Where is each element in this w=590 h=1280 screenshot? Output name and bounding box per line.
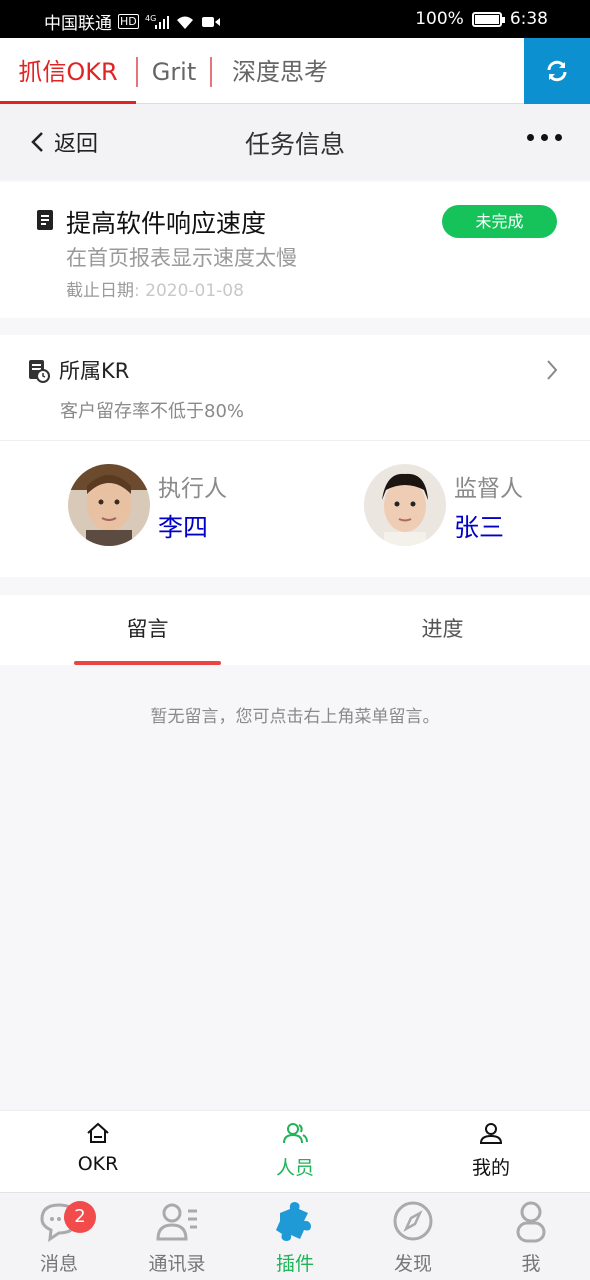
people-section: 执行人 李四 监督人 张三 xyxy=(0,441,590,577)
svg-text:4G: 4G xyxy=(145,14,156,23)
more-dot-icon xyxy=(527,134,534,141)
app-switcher-tabs: 抓信OKR Grit 深度思考 xyxy=(0,38,590,104)
people-icon xyxy=(283,1123,308,1144)
plugin-bottom-nav: OKR 人员 我的 xyxy=(0,1110,590,1192)
detail-tabs: 留言 进度 xyxy=(0,595,590,665)
tab-plugins-label: 插件 xyxy=(275,1253,314,1275)
executor-avatar xyxy=(68,464,150,546)
empty-comments-message: 暂无留言，您可点击右上角菜单留言。 xyxy=(150,707,440,727)
tab-progress[interactable]: 进度 xyxy=(295,595,590,665)
active-tab-indicator xyxy=(74,661,221,665)
nav-people[interactable]: 人员 xyxy=(197,1121,393,1180)
tab-plugins[interactable]: 插件 xyxy=(236,1199,354,1276)
status-bar: 中国联通 HD 4G 100% 6:38 xyxy=(0,0,590,38)
kr-section[interactable]: 所属KR 客户留存率不低于80% xyxy=(0,335,590,441)
tab-discover[interactable]: 发现 xyxy=(354,1199,472,1276)
contacts-icon xyxy=(156,1203,197,1241)
more-menu-button[interactable] xyxy=(527,134,562,141)
hd-icon: HD xyxy=(118,14,139,29)
refresh-icon xyxy=(547,60,567,82)
tab-discover-label: 发现 xyxy=(393,1253,432,1275)
tab-grit[interactable]: Grit xyxy=(137,38,211,104)
page-title: 任务信息 xyxy=(244,130,345,159)
carrier-label: 中国联通 xyxy=(44,14,112,34)
battery-icon xyxy=(471,11,505,27)
home-icon xyxy=(87,1122,109,1143)
unread-badge: 2 xyxy=(64,1201,96,1233)
deadline-date: 2020-01-08 xyxy=(145,281,244,301)
app-tab-bar: 2 消息 通讯录 插件 发现 我 xyxy=(0,1192,590,1280)
task-deadline: 截止日期: 2020-01-08 xyxy=(66,276,244,301)
tab-me-label: 我 xyxy=(521,1253,541,1275)
user-icon xyxy=(479,1123,503,1144)
nav-people-label: 人员 xyxy=(275,1157,314,1179)
deadline-label: 截止日期 xyxy=(66,281,134,301)
tab-me[interactable]: 我 xyxy=(472,1199,590,1276)
person-avatar-icon xyxy=(68,464,150,546)
video-icon xyxy=(201,16,220,27)
nav-okr[interactable]: OKR xyxy=(0,1121,196,1175)
kr-section-label: 所属KR xyxy=(59,359,130,383)
supervisor-name[interactable]: 张三 xyxy=(454,508,504,544)
navigation-bar: 返回 任务信息 xyxy=(0,104,590,180)
person-icon xyxy=(516,1201,546,1243)
tab-comments[interactable]: 留言 xyxy=(0,595,295,665)
chevron-right-icon xyxy=(547,360,558,380)
signal-icon: 4G xyxy=(145,14,169,29)
executor-role-label: 执行人 xyxy=(158,476,227,502)
deadline-separator: : xyxy=(134,281,140,301)
status-badge: 未完成 xyxy=(442,205,557,238)
kr-document-clock-icon xyxy=(29,360,50,383)
battery-percent: 100% xyxy=(415,9,464,29)
tab-contacts[interactable]: 通讯录 xyxy=(118,1199,236,1276)
more-dot-icon xyxy=(555,134,562,141)
task-description: 在首页报表显示速度太慢 xyxy=(66,246,297,270)
document-icon xyxy=(37,210,53,230)
tab-messages[interactable]: 2 消息 xyxy=(0,1199,118,1276)
person-avatar-icon xyxy=(364,464,446,546)
refresh-button[interactable] xyxy=(524,38,590,104)
task-title: 提高软件响应速度 xyxy=(66,209,267,238)
nav-mine[interactable]: 我的 xyxy=(393,1121,589,1180)
compass-icon xyxy=(393,1201,433,1241)
wifi-icon xyxy=(176,16,193,29)
task-card: 提高软件响应速度 在首页报表显示速度太慢 截止日期: 2020-01-08 未完… xyxy=(0,182,590,318)
tab-deep-thinking[interactable]: 深度思考 xyxy=(212,38,348,104)
battery-fill xyxy=(474,14,499,24)
nav-okr-label: OKR xyxy=(77,1153,119,1175)
more-dot-icon xyxy=(541,134,548,141)
nav-mine-label: 我的 xyxy=(471,1157,510,1179)
puzzle-icon xyxy=(276,1202,311,1241)
supervisor-role-label: 监督人 xyxy=(454,476,523,502)
executor-name[interactable]: 李四 xyxy=(158,508,208,544)
tab-contacts-label: 通讯录 xyxy=(148,1253,206,1275)
tab-messages-label: 消息 xyxy=(39,1253,78,1275)
tab-zhuaxin-okr[interactable]: 抓信OKR xyxy=(0,38,136,104)
kr-text: 客户留存率不低于80% xyxy=(60,401,245,422)
supervisor-avatar xyxy=(364,464,446,546)
clock: 6:38 xyxy=(509,9,548,29)
